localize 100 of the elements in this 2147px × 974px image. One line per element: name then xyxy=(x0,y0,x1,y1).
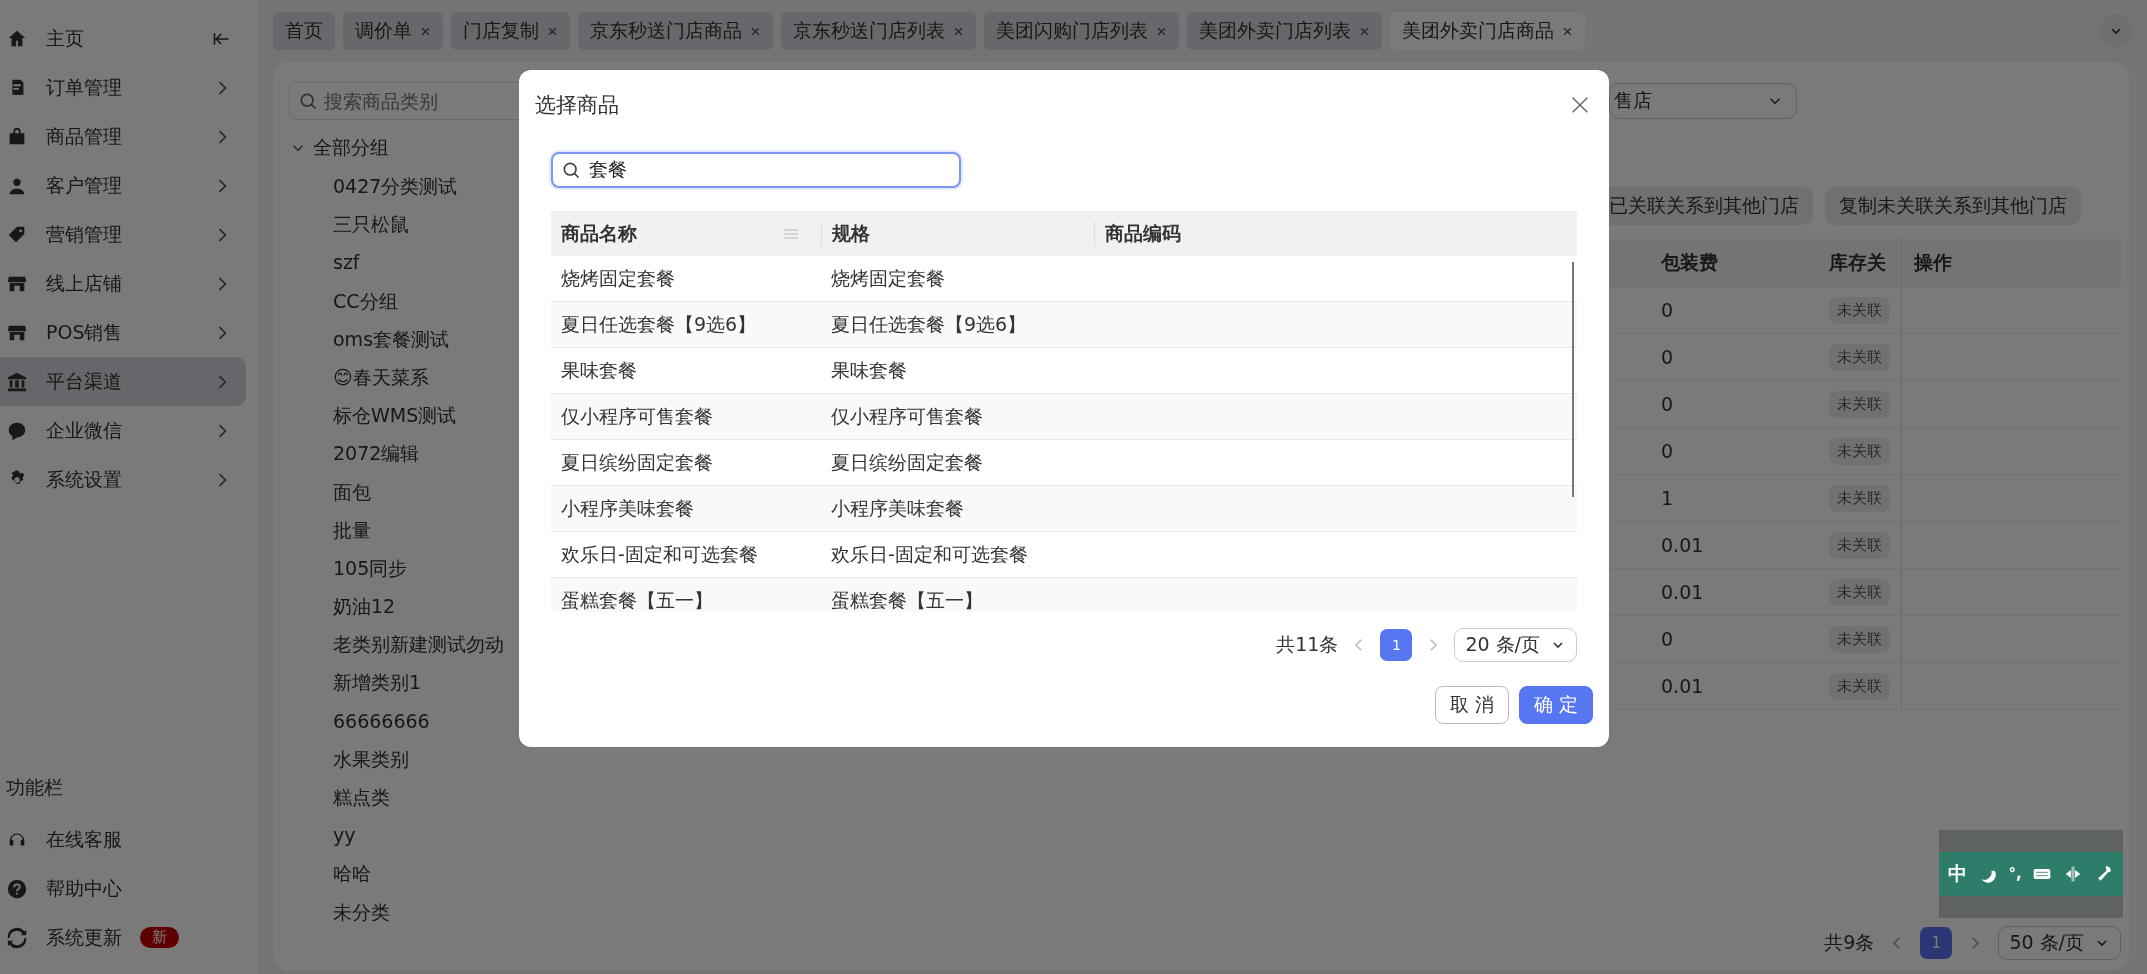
close-icon[interactable] xyxy=(1359,25,1370,37)
table-cell-text: 0.01 xyxy=(1661,675,1705,697)
page-size-select[interactable]: 50 条/页 xyxy=(1998,926,2121,960)
cancel-button[interactable]: 取 消 xyxy=(1434,686,1509,724)
table-cell-text: 夏日缤纷固定套餐 xyxy=(830,449,984,475)
column-header: 包装费 xyxy=(1661,249,1719,275)
tree-item[interactable]: yy xyxy=(289,816,530,855)
nav-item[interactable]: POS销售 xyxy=(0,308,246,357)
nav-item[interactable]: 线上店铺 xyxy=(0,259,246,308)
split-arrows-icon[interactable] xyxy=(2063,864,2083,884)
table-cell-text: 仅小程序可售套餐 xyxy=(560,403,714,429)
tabs-menu-button[interactable] xyxy=(2099,14,2133,48)
input-mode-label[interactable]: 中 xyxy=(1948,861,1968,887)
page-tab[interactable]: 调价单 xyxy=(343,12,443,50)
table-cell-text: 小程序美味套餐 xyxy=(560,495,695,521)
drag-handle-icon[interactable] xyxy=(783,227,799,240)
table-cell-text: 小程序美味套餐 xyxy=(830,495,965,521)
table-cell-text: 0 xyxy=(1661,440,1675,462)
page-button[interactable]: 1 xyxy=(1380,629,1413,661)
status-tag: 未关联 xyxy=(1829,578,1890,606)
new-badge: 新 xyxy=(140,927,179,948)
table-cell-text: 欢乐日-固定和可选套餐 xyxy=(560,541,759,567)
table-cell-text: 夏日缤纷固定套餐 xyxy=(560,449,714,475)
table-cell-text: 果味套餐 xyxy=(560,357,638,383)
close-icon[interactable] xyxy=(953,25,964,37)
search-icon xyxy=(561,160,581,180)
table-cell-text: 烧烤固定套餐 xyxy=(830,265,946,291)
close-icon[interactable] xyxy=(1156,25,1167,37)
section-title: 功能栏 xyxy=(5,775,64,800)
close-icon[interactable] xyxy=(1562,25,1573,37)
nav-item[interactable]: 企业微信 xyxy=(0,406,246,455)
nav-item[interactable]: 平台渠道 xyxy=(0,357,246,406)
status-tag: 未关联 xyxy=(1829,343,1890,371)
page-tab[interactable]: 京东秒送门店列表 xyxy=(781,12,976,50)
table-cell-text: 烧烤固定套餐 xyxy=(560,265,676,291)
nav-item[interactable]: 系统设置 xyxy=(0,455,246,504)
search-field[interactable]: 套餐 xyxy=(551,152,961,188)
table-cell-text: 0 xyxy=(1661,628,1675,650)
table-cell-text: 仅小程序可售套餐 xyxy=(830,403,984,429)
action-button[interactable]: 复制未关联关系到其他门店 xyxy=(1825,187,2081,225)
refresh-icon xyxy=(6,926,28,949)
close-icon[interactable] xyxy=(750,25,761,37)
page-tab[interactable]: 门店复制 xyxy=(451,12,570,50)
total-count: 共11条 xyxy=(1276,632,1339,657)
status-tag: 未关联 xyxy=(1829,625,1890,653)
status-tag: 未关联 xyxy=(1829,296,1890,324)
nav-item[interactable]: 帮助中心 xyxy=(0,864,246,913)
column-header: 库存关 xyxy=(1829,239,1902,286)
punctuation-label[interactable]: °, xyxy=(2008,865,2022,883)
tree-item[interactable]: 哈哈 xyxy=(289,854,530,893)
table-cell-text: 0.01 xyxy=(1661,534,1705,556)
nav-item[interactable]: 主页 xyxy=(0,14,246,63)
page-tab[interactable]: 美团闪购门店列表 xyxy=(984,12,1179,50)
page-button[interactable]: 1 xyxy=(1920,927,1953,959)
bank-icon xyxy=(6,370,28,393)
page-tab[interactable]: 京东秒送门店商品 xyxy=(578,12,773,50)
page-tab[interactable]: 美团外卖门店列表 xyxy=(1187,12,1382,50)
status-tag: 未关联 xyxy=(1829,672,1890,700)
confirm-button[interactable]: 确 定 xyxy=(1518,686,1593,724)
nav-item[interactable]: 客户管理 xyxy=(0,161,246,210)
nav-item[interactable]: 系统更新 新 xyxy=(0,913,246,962)
page-tab[interactable]: 首页 xyxy=(273,12,335,50)
table-cell-text: 0 xyxy=(1661,346,1675,368)
table-cell-text: 0 xyxy=(1661,393,1675,415)
status-tag: 未关联 xyxy=(1829,390,1890,418)
close-icon[interactable] xyxy=(420,25,431,37)
total-count: 共9条 xyxy=(1824,930,1875,955)
table-cell-text: 1 xyxy=(1661,487,1675,509)
page-size-select[interactable]: 20 条/页 xyxy=(1454,628,1577,662)
table-cell-text: 果味套餐 xyxy=(830,357,908,383)
close-icon[interactable] xyxy=(547,25,558,37)
column-header: 商品编码 xyxy=(1094,220,1577,247)
status-tag: 未关联 xyxy=(1829,437,1890,465)
scrollbar[interactable] xyxy=(1572,262,1574,497)
tree-item[interactable]: 全部分组 xyxy=(289,129,530,167)
table-cell-text: 夏日任选套餐【9选6】 xyxy=(560,311,758,337)
column-header: 商品名称 xyxy=(560,220,638,246)
table-cell-text: 欢乐日-固定和可选套餐 xyxy=(830,541,1029,567)
table-cell-text: 0.01 xyxy=(1661,581,1705,603)
tree-item[interactable]: 水果类别 xyxy=(289,739,530,778)
close-icon[interactable] xyxy=(1569,94,1591,116)
store-select[interactable]: 售店 xyxy=(1609,83,1797,119)
tree-item[interactable]: 糕点类 xyxy=(289,778,530,817)
table-cell-text: 蛋糕套餐【五一】 xyxy=(560,587,714,612)
nav-item[interactable]: 订单管理 xyxy=(0,63,246,112)
table-cell-text: 0 xyxy=(1661,299,1675,321)
column-header: 规格 xyxy=(821,220,1094,247)
nav-item[interactable]: 商品管理 xyxy=(0,112,246,161)
search-icon xyxy=(298,91,318,111)
column-header: 操作 xyxy=(1912,249,1953,275)
nav-item[interactable]: 营销管理 xyxy=(0,210,246,259)
status-tag: 未关联 xyxy=(1829,531,1890,559)
table-cell-text: 夏日任选套餐【9选6】 xyxy=(830,311,1028,337)
tree-item[interactable]: 未分类 xyxy=(289,892,530,931)
help-icon xyxy=(6,877,28,900)
status-tag: 未关联 xyxy=(1829,484,1890,512)
page-tab[interactable]: 美团外卖门店商品 xyxy=(1390,12,1585,50)
table-cell-text: 蛋糕套餐【五一】 xyxy=(830,587,984,612)
nav-item[interactable]: 在线客服 xyxy=(0,815,246,864)
action-button[interactable]: 已关联关系到其他门店 xyxy=(1609,187,1813,225)
